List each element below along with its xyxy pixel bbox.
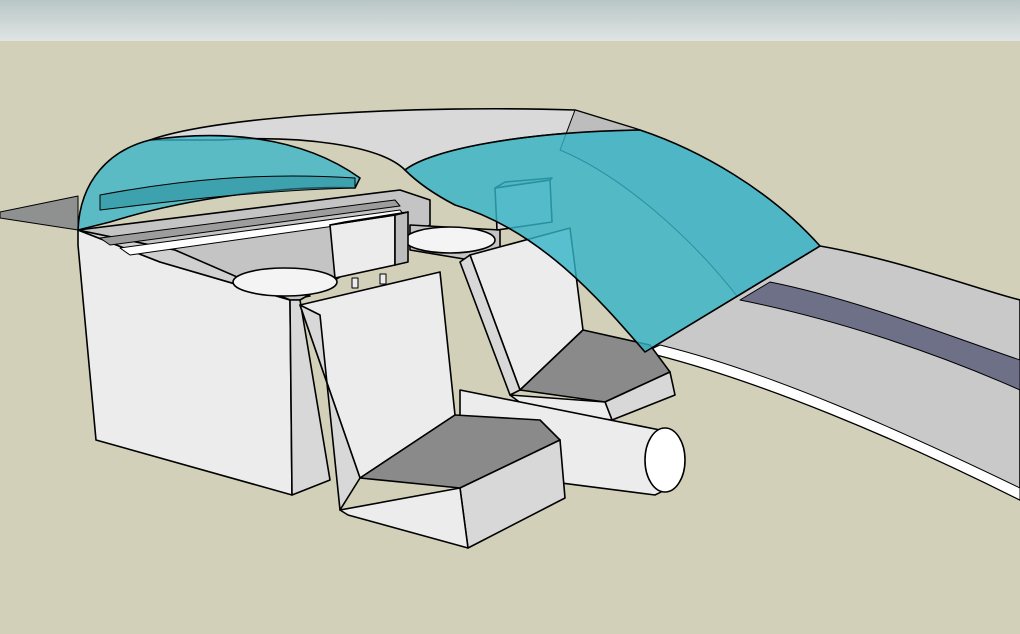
control-box-left <box>329 211 409 289</box>
cockpit-model[interactable] <box>0 0 1020 634</box>
3d-model-viewport[interactable] <box>0 0 1020 634</box>
